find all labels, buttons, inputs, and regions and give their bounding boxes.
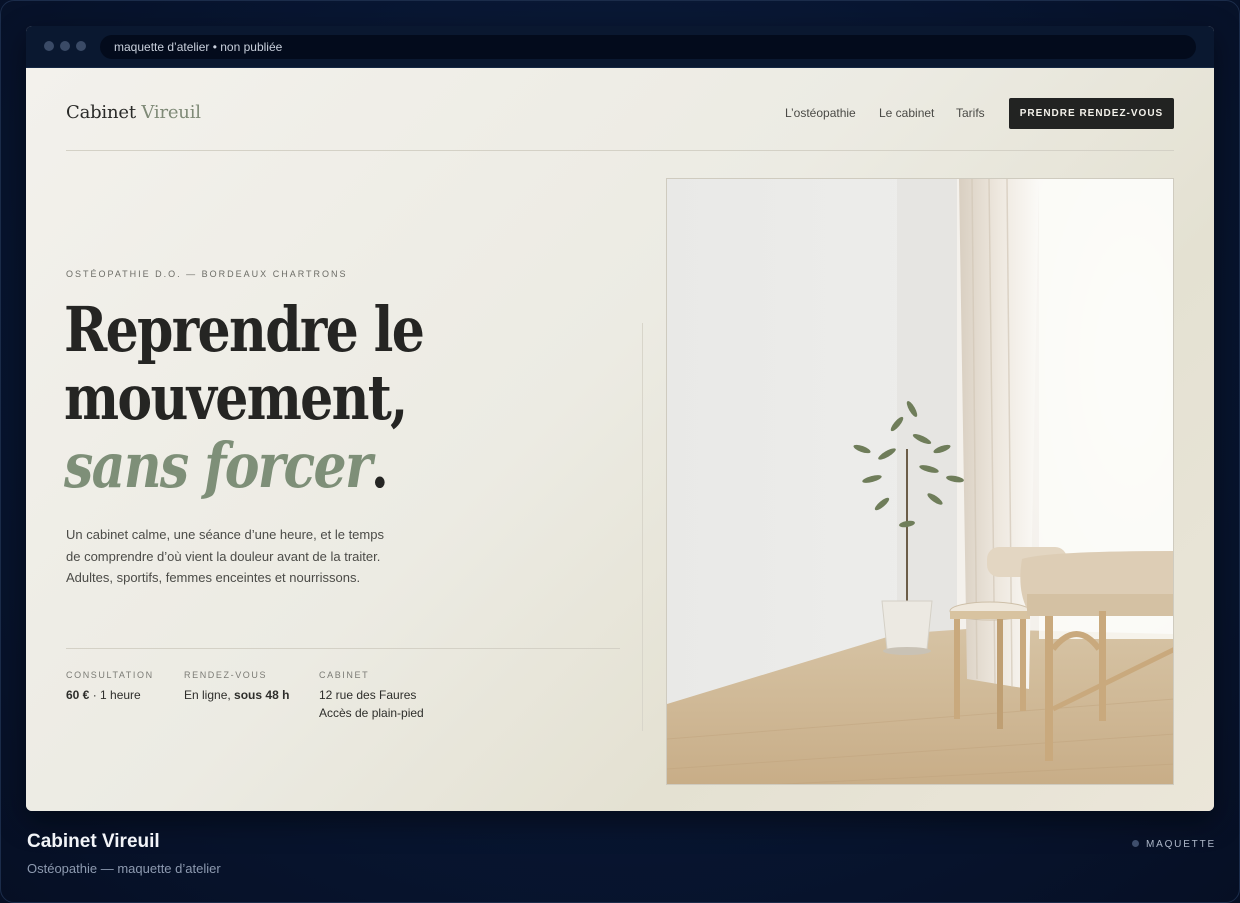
project-title: Cabinet Vireuil [27, 831, 160, 852]
hero-lede: Un cabinet calme, une séance d’une heure… [66, 527, 384, 585]
fact-value-consultation: 60 € · 1 heure [66, 686, 141, 704]
headline-period: . [370, 429, 389, 502]
hero-headline: Reprendre le mouvement, sans forcer. [64, 293, 425, 502]
landing-page: Cabinet Vireuil L’ostéopathie Le cabinet… [26, 68, 1214, 811]
fact-access: Accès de plain-pied [319, 706, 424, 720]
site-logo[interactable]: Cabinet Vireuil [66, 102, 201, 123]
fact-label-cabinet: CABINET [319, 670, 370, 680]
fact-delay: sous 48 h [234, 688, 290, 702]
window-control-dot[interactable] [44, 41, 54, 51]
fact-online: En ligne, [184, 688, 235, 702]
logo-primary: Cabinet [66, 102, 136, 123]
browser-chrome: maquette d’atelier • non publiée [26, 26, 1214, 68]
logo-accent: Vireuil [141, 102, 201, 123]
hero-eyebrow: OSTÉOPATHIE D.O. — BORDEAUX CHARTRONS [66, 269, 348, 279]
fact-price: 60 € [66, 688, 90, 702]
fact-label-consultation: CONSULTATION [66, 670, 154, 680]
hero-photo-treatment-room [666, 178, 1174, 785]
status-badge: MAQUETTE [1132, 839, 1216, 850]
browser-window: maquette d’atelier • non publiée Cabinet… [26, 26, 1214, 811]
headline-line-2: mouvement, [64, 361, 408, 434]
fact-duration: · 1 heure [89, 688, 141, 702]
window-control-dot[interactable] [76, 41, 86, 51]
book-appointment-button[interactable]: PRENDRE RENDEZ-VOUS [1009, 98, 1174, 129]
fact-label-rendez-vous: RENDEZ-VOUS [184, 670, 268, 680]
nav-link-tarifs[interactable]: Tarifs [956, 106, 985, 120]
facts-divider [66, 648, 620, 649]
status-badge-label: MAQUETTE [1146, 839, 1216, 850]
fact-value-cabinet: 12 rue des Faures Accès de plain-pied [319, 686, 424, 722]
fact-address: 12 rue des Faures [319, 688, 417, 702]
address-bar[interactable]: maquette d’atelier • non publiée [100, 35, 1196, 59]
fact-value-rendez-vous: En ligne, sous 48 h [184, 686, 289, 704]
status-dot-icon [1132, 840, 1139, 847]
headline-line-1: Reprendre le [64, 293, 425, 366]
nav-link-le-cabinet[interactable]: Le cabinet [879, 106, 934, 120]
headline-italic: sans forcer [64, 429, 372, 502]
project-subtitle: Ostéopathie — maquette d’atelier [27, 861, 221, 876]
vertical-divider [642, 323, 643, 731]
header-divider [66, 150, 1174, 151]
nav-link-osteopathie[interactable]: L’ostéopathie [785, 106, 856, 120]
window-control-dot[interactable] [60, 41, 70, 51]
